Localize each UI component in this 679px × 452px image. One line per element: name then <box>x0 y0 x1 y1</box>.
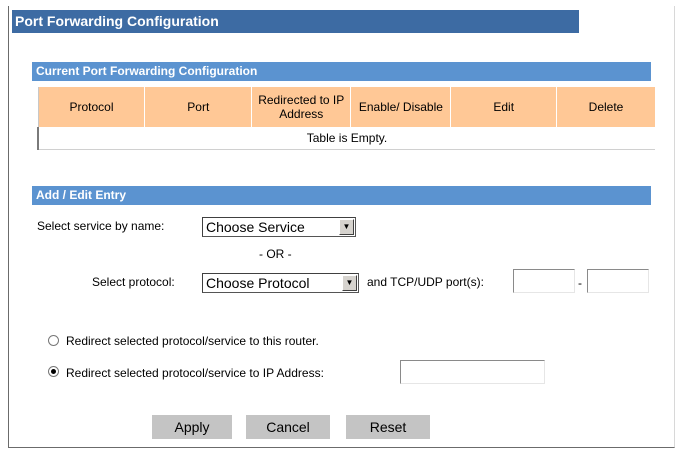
redirect-ip-radio[interactable] <box>48 366 59 377</box>
column-header: Protocol <box>37 87 146 127</box>
column-header: Redirected to IP Address <box>251 87 352 127</box>
column-header: Delete <box>556 87 655 127</box>
redirect-router-label: Redirect selected protocol/service to th… <box>66 334 319 348</box>
current-config-heading: Current Port Forwarding Configuration <box>32 62 651 81</box>
port-range-separator: - <box>578 276 582 290</box>
port-to-input[interactable] <box>587 269 649 293</box>
dropdown-arrow-icon: ▼ <box>339 219 354 235</box>
protocol-label: Select protocol: <box>92 275 175 289</box>
add-edit-heading: Add / Edit Entry <box>32 186 651 205</box>
table-header-row: Protocol Port Redirected to IP Address E… <box>37 87 655 127</box>
service-select[interactable]: Choose Service ▼ <box>202 217 356 237</box>
protocol-select-value: Choose Protocol <box>206 275 310 291</box>
service-select-value: Choose Service <box>206 219 305 235</box>
page-title: Port Forwarding Configuration <box>12 10 579 33</box>
service-label: Select service by name: <box>37 219 165 233</box>
table-row: Table is Empty. <box>37 127 655 150</box>
redirect-ip-label: Redirect selected protocol/service to IP… <box>66 366 324 380</box>
ip-address-input[interactable] <box>400 360 545 384</box>
column-header: Enable/ Disable <box>350 87 452 127</box>
port-forwarding-table: Protocol Port Redirected to IP Address E… <box>37 87 655 150</box>
column-header: Edit <box>450 87 558 127</box>
port-from-input[interactable] <box>513 269 575 293</box>
or-separator: - OR - <box>259 247 292 261</box>
reset-button[interactable]: Reset <box>346 415 430 439</box>
port-label: and TCP/UDP port(s): <box>367 275 484 289</box>
empty-table-message: Table is Empty. <box>37 127 655 150</box>
protocol-select[interactable]: Choose Protocol ▼ <box>202 273 359 293</box>
apply-button[interactable]: Apply <box>152 415 232 439</box>
dropdown-arrow-icon: ▼ <box>342 275 357 291</box>
redirect-router-radio[interactable] <box>48 335 59 346</box>
column-header: Port <box>144 87 253 127</box>
cancel-button[interactable]: Cancel <box>246 415 330 439</box>
